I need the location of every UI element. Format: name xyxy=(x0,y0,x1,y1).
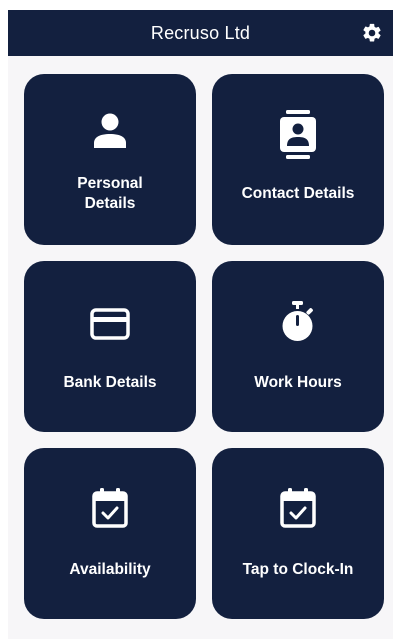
calendar-check-icon xyxy=(92,488,128,528)
app-screen: Recruso Ltd Personal Details Contact Det… xyxy=(0,0,393,639)
personal-details-label: Personal Details xyxy=(77,175,143,212)
contact-details-label: Contact Details xyxy=(241,185,355,202)
clock-in-tile[interactable]: Tap to Clock-In xyxy=(212,448,384,619)
gear-icon xyxy=(363,23,381,42)
work-hours-tile[interactable]: Work Hours xyxy=(212,261,384,432)
availability-tile[interactable]: Availability xyxy=(24,448,196,619)
bank-details-label: Bank Details xyxy=(63,374,157,391)
work-hours-label: Work Hours xyxy=(254,374,342,391)
contact-card-icon xyxy=(280,110,316,159)
clock-in-label: Tap to Clock-In xyxy=(242,561,354,578)
bank-details-tile[interactable]: Bank Details xyxy=(24,261,196,432)
status-bar-area xyxy=(0,0,393,10)
menu-grid: Personal Details Contact Details Bank De… xyxy=(8,56,393,639)
credit-card-icon xyxy=(90,308,130,340)
page-title: Recruso Ltd xyxy=(150,22,251,43)
app-header: Recruso Ltd xyxy=(8,10,393,56)
person-icon xyxy=(94,113,126,148)
personal-details-tile[interactable]: Personal Details xyxy=(24,74,196,245)
contact-details-tile[interactable]: Contact Details xyxy=(212,74,384,245)
availability-label: Availability xyxy=(69,561,151,578)
calendar-check-icon xyxy=(280,488,316,528)
settings-button[interactable] xyxy=(359,20,385,46)
stopwatch-icon xyxy=(282,301,313,341)
